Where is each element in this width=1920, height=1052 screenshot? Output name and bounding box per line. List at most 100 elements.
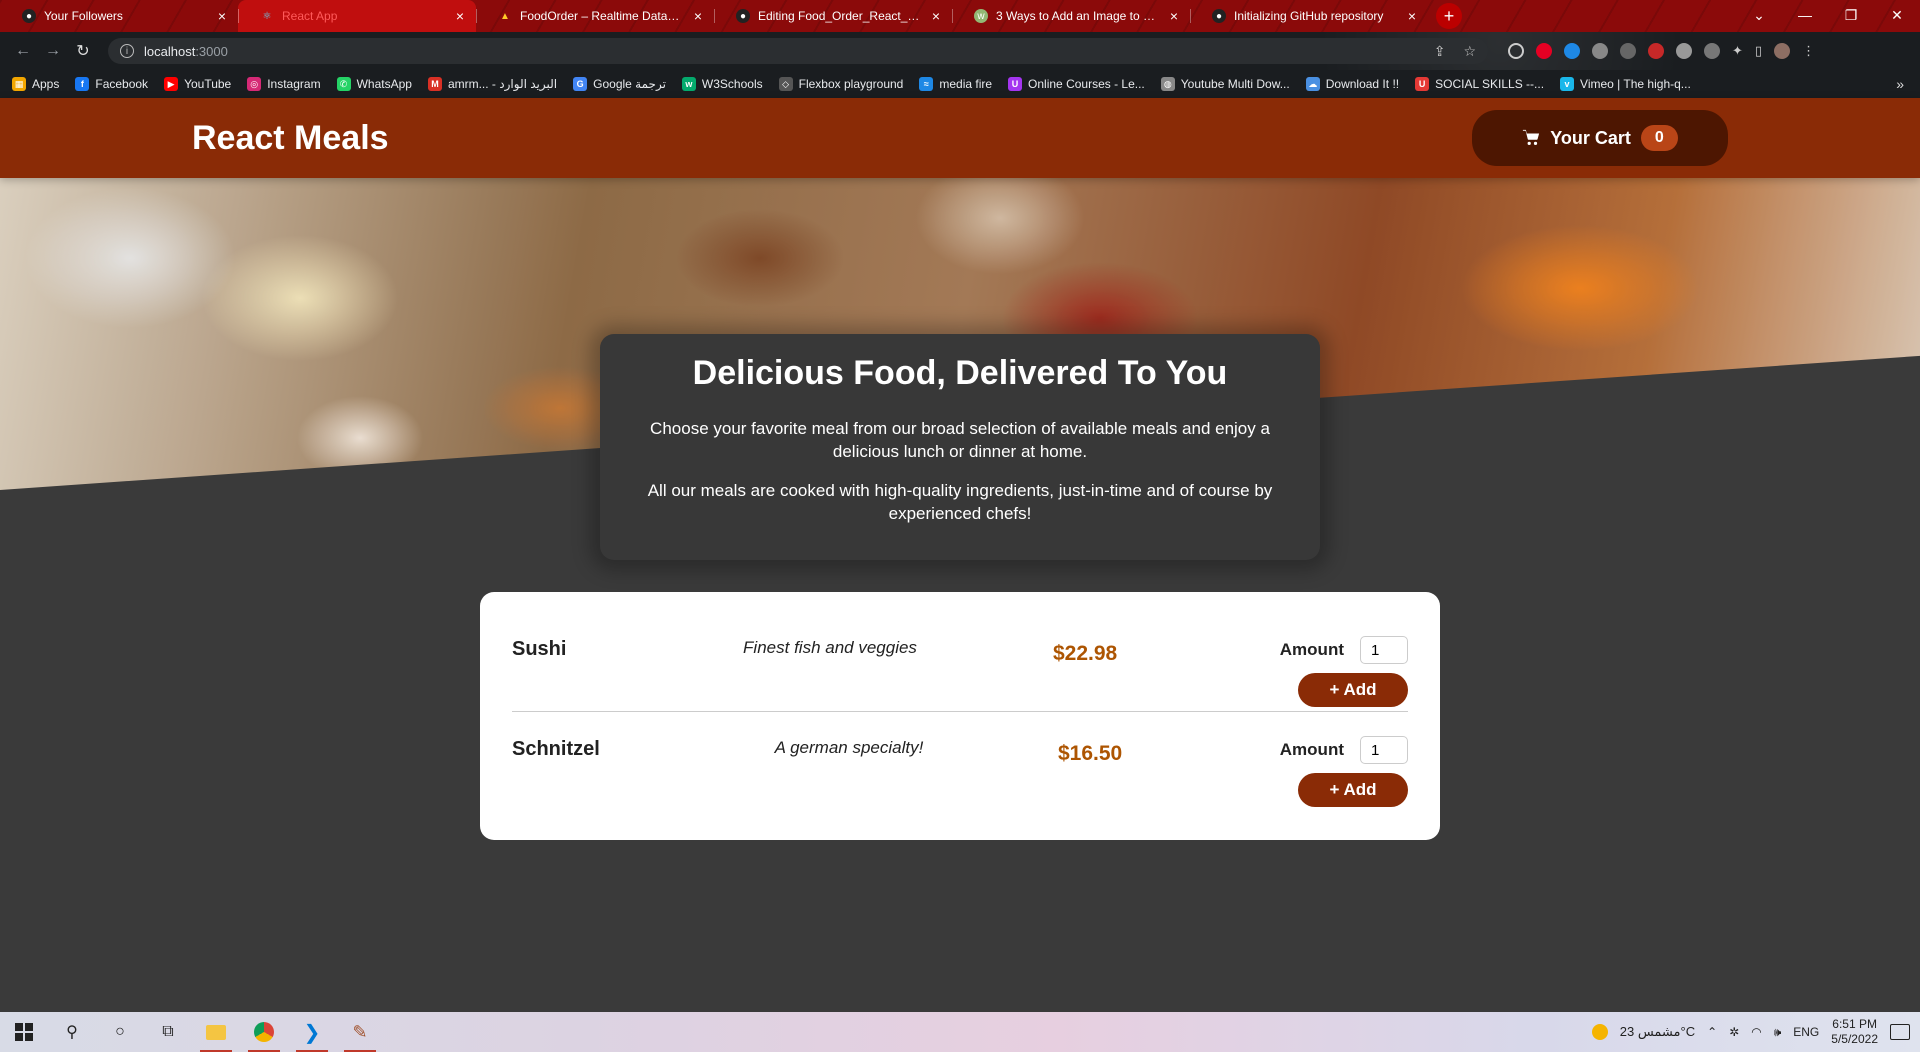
- extension-icon[interactable]: [1648, 43, 1664, 59]
- bookmark-label: Apps: [32, 77, 60, 91]
- bookmark-label: WhatsApp: [356, 77, 412, 91]
- close-icon[interactable]: ×: [932, 8, 940, 24]
- minimize-icon[interactable]: —: [1782, 0, 1828, 30]
- info-icon[interactable]: i: [120, 44, 134, 58]
- bookmark-google-translate[interactable]: G Google ترجمة: [573, 77, 666, 91]
- add-to-cart-button[interactable]: + Add: [1298, 673, 1408, 707]
- tab-title: React App: [282, 9, 338, 23]
- cart-button[interactable]: Your Cart 0: [1472, 110, 1728, 166]
- tab-initializing-github[interactable]: ● Initializing GitHub repository ×: [1190, 0, 1428, 32]
- vscode-icon[interactable]: ❯: [288, 1012, 336, 1052]
- url-host: localhost: [144, 43, 196, 59]
- tab-firebase[interactable]: ▲ FoodOrder – Realtime Database ×: [476, 0, 714, 32]
- clock[interactable]: 6:51 PM 5/5/2022: [1831, 1017, 1878, 1047]
- summary-heading: Delicious Food, Delivered To You: [692, 354, 1228, 392]
- bookmark-vimeo[interactable]: v Vimeo | The high-q...: [1560, 77, 1691, 91]
- app-icon[interactable]: ✎: [336, 1012, 384, 1052]
- menu-icon[interactable]: ⋮: [1802, 43, 1815, 59]
- close-icon[interactable]: ×: [1170, 8, 1178, 24]
- restore-icon[interactable]: ❐: [1828, 0, 1874, 30]
- bookmark-label: media fire: [939, 77, 993, 91]
- bookmark-label: Download It !!: [1325, 77, 1400, 91]
- more-bookmarks-icon[interactable]: »: [1896, 76, 1904, 92]
- close-icon[interactable]: ×: [456, 8, 464, 24]
- search-icon[interactable]: ⚲: [48, 1012, 96, 1052]
- file-explorer-icon[interactable]: [192, 1012, 240, 1052]
- tab-your-followers[interactable]: ● Your Followers ×: [0, 0, 238, 32]
- cart-count-badge: 0: [1640, 125, 1678, 151]
- bookmark-youtube[interactable]: ▶ YouTube: [164, 77, 231, 91]
- settings-icon[interactable]: ✲: [1729, 1025, 1739, 1039]
- bookmark-star-icon[interactable]: ☆: [1463, 43, 1476, 60]
- udemy-icon: U: [1008, 77, 1023, 91]
- forward-icon[interactable]: →: [38, 42, 68, 60]
- close-window-icon[interactable]: ✕: [1874, 0, 1920, 30]
- side-panel-icon[interactable]: ▯: [1755, 43, 1762, 59]
- bookmark-mediafire[interactable]: ≈ media fire: [919, 77, 992, 91]
- tab-search-icon[interactable]: ⌄: [1736, 0, 1782, 30]
- bookmark-label: Google ترجمة: [593, 77, 666, 91]
- apps-grid-icon: ▦: [12, 77, 26, 91]
- meal-price: $22.98: [1053, 642, 1118, 665]
- share-icon[interactable]: ⇪: [1434, 43, 1446, 60]
- tab-react-app[interactable]: ⚛ React App ×: [238, 0, 476, 32]
- bookmark-facebook[interactable]: f Facebook: [75, 77, 148, 91]
- address-bar[interactable]: i localhost:3000 ⇪ ☆: [108, 38, 1488, 64]
- bookmark-download[interactable]: ☁ Download It !!: [1305, 77, 1400, 91]
- chrome-icon[interactable]: [240, 1012, 288, 1052]
- bookmark-apps[interactable]: ▦ Apps: [12, 77, 59, 91]
- extension-icon[interactable]: [1620, 43, 1636, 59]
- summary-paragraph: Choose your favorite meal from our broad…: [650, 419, 1270, 461]
- reload-icon[interactable]: ↻: [68, 41, 98, 61]
- bookmark-instagram[interactable]: ◎ Instagram: [247, 77, 321, 91]
- extension-icon[interactable]: [1564, 43, 1580, 59]
- extension-icon[interactable]: [1704, 43, 1720, 59]
- close-icon[interactable]: ×: [694, 8, 702, 24]
- browser-tab-bar: ● Your Followers × ⚛ React App × ▲ FoodO…: [0, 0, 1920, 32]
- bookmark-label: Online Courses - Le...: [1028, 77, 1145, 91]
- close-icon[interactable]: ×: [1408, 8, 1416, 24]
- tab-wikihow[interactable]: w 3 Ways to Add an Image to GitHub ×: [952, 0, 1190, 32]
- bookmark-flexbox[interactable]: ◇ Flexbox playground: [778, 77, 904, 91]
- pinterest-icon[interactable]: [1536, 43, 1552, 59]
- bookmark-label: Facebook: [95, 77, 149, 91]
- volume-icon[interactable]: 🕪: [1774, 1025, 1782, 1040]
- extension-icon[interactable]: [1508, 43, 1524, 59]
- amount-label: Amount: [1279, 640, 1344, 659]
- add-to-cart-button[interactable]: + Add: [1298, 773, 1408, 807]
- task-view-icon[interactable]: ⧉: [144, 1012, 192, 1052]
- bookmark-whatsapp[interactable]: ✆ WhatsApp: [336, 77, 412, 91]
- tab-title: 3 Ways to Add an Image to GitHub: [996, 9, 1162, 23]
- extension-icon[interactable]: [1676, 43, 1692, 59]
- amount-input[interactable]: [1360, 736, 1408, 764]
- facebook-icon: f: [75, 77, 90, 91]
- bookmark-label: Instagram: [267, 77, 321, 91]
- weather-text[interactable]: مشمس 23°C: [1620, 1024, 1695, 1040]
- bookmark-label: Flexbox playground: [798, 77, 904, 91]
- amount-input[interactable]: [1360, 636, 1408, 664]
- extension-icon[interactable]: [1592, 43, 1608, 59]
- language-indicator[interactable]: ENG: [1793, 1025, 1819, 1039]
- globe-icon: ◍: [1160, 77, 1175, 91]
- bookmark-gmail[interactable]: Mamrm... - البريد الوارد: [427, 77, 557, 91]
- notifications-icon[interactable]: [1890, 1024, 1910, 1040]
- close-icon[interactable]: ×: [218, 8, 226, 24]
- wifi-icon[interactable]: ◠: [1751, 1025, 1761, 1039]
- back-icon[interactable]: ←: [8, 42, 38, 60]
- tab-title: Editing Food_Order_React_App/R: [758, 9, 924, 23]
- meal-description: A german specialty!: [774, 738, 924, 757]
- mediafire-icon: ≈: [919, 77, 934, 91]
- bookmark-w3schools[interactable]: w W3Schools: [681, 77, 763, 91]
- bookmark-youtube-dl[interactable]: ◍ Youtube Multi Dow...: [1160, 77, 1290, 91]
- bookmark-label: Vimeo | The high-q...: [1580, 77, 1691, 91]
- bookmark-udemy[interactable]: U Online Courses - Le...: [1008, 77, 1145, 91]
- bookmark-label: Youtube Multi Dow...: [1180, 77, 1290, 91]
- new-tab-button[interactable]: +: [1436, 3, 1462, 29]
- cortana-icon[interactable]: ○: [96, 1012, 144, 1052]
- avatar[interactable]: [1774, 43, 1791, 59]
- chevron-up-icon[interactable]: ⌃: [1707, 1025, 1717, 1039]
- tab-editing-github[interactable]: ● Editing Food_Order_React_App/R ×: [714, 0, 952, 32]
- windows-start-icon[interactable]: [0, 1012, 48, 1052]
- puzzle-icon[interactable]: ✦: [1732, 43, 1743, 59]
- bookmark-social-skills[interactable]: U SOCIAL SKILLS --...: [1415, 77, 1544, 91]
